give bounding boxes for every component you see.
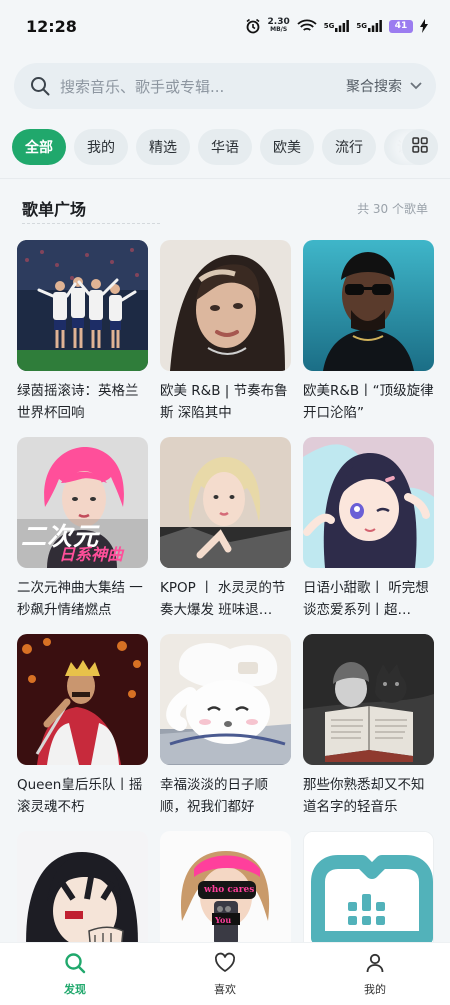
signal-label-2: 5G	[356, 22, 367, 30]
cover-text: 日系神曲	[59, 545, 124, 564]
search-icon	[64, 952, 86, 978]
playlist-title: 幸福淡淡的日子顺顺，祝我们都好	[160, 777, 268, 815]
signal-label-1: 5G	[323, 22, 335, 30]
playlist-card[interactable]: 幸福淡淡的日子顺顺，祝我们都好	[160, 634, 291, 831]
playlist-cover	[303, 240, 434, 371]
wifi-icon	[297, 19, 317, 33]
playlist-card[interactable]: 二次元 日系神曲 二次元神曲大集结 一秒飙升情绪燃点	[17, 437, 148, 634]
tab-featured[interactable]: 精选	[136, 129, 190, 165]
playlist-title: 绿茵摇滚诗：英格兰世界杯回响	[17, 383, 139, 421]
status-icons: 2.30 MB/S 5G 5G 41	[245, 18, 428, 34]
chevron-down-icon	[410, 78, 422, 94]
playlist-card[interactable]: Queen皇后乐队丨摇滚灵魂不朽	[17, 634, 148, 831]
category-grid-button[interactable]	[402, 129, 438, 165]
status-bar: 12:28 2.30 MB/S 5G 5G 41	[0, 0, 450, 52]
playlist-card[interactable]: 那些你熟悉却又不知道名字的轻音乐	[303, 634, 434, 831]
search-mode-label: 聚合搜索	[346, 79, 402, 95]
category-tabs: 全部 我的 精选 华语 欧美 流行 说唱	[12, 129, 438, 167]
network-speed-value: 2.30	[267, 17, 290, 27]
playlist-cover	[160, 437, 291, 568]
playlist-count: 共 30 个歌单	[357, 201, 428, 216]
tab-mine[interactable]: 我的	[74, 129, 128, 165]
nav-discover-label: 发现	[64, 982, 86, 996]
playlist-card[interactable]: 日语小甜歌丨 听完想谈恋爱系列丨超…	[303, 437, 434, 634]
person-icon	[364, 952, 386, 978]
playlist-cover	[160, 240, 291, 371]
playlist-title: 日语小甜歌丨 听完想谈恋爱系列丨超…	[303, 580, 429, 618]
playlist-cover	[303, 437, 434, 568]
playlist-cover	[17, 634, 148, 765]
network-speed-unit: MB/S	[270, 26, 288, 33]
playlist-cover	[17, 240, 148, 371]
signal-icon: 5G	[324, 20, 350, 32]
nav-favorites[interactable]: 喜欢	[185, 952, 265, 997]
nav-profile-label: 我的	[364, 982, 386, 996]
playlist-cover	[160, 634, 291, 765]
playlist-card[interactable]: KPOP 丨 水灵灵的节奏大爆发 班味退…	[160, 437, 291, 634]
heart-icon	[214, 952, 236, 978]
section-header: 歌单广场 共 30 个歌单	[22, 193, 428, 223]
playlist-title: 欧美R&B丨“顶级旋律 开口沦陷”	[303, 383, 434, 421]
playlist-card[interactable]: 欧美 R&B | 节奏布鲁斯 深陷其中	[160, 240, 291, 437]
playlist-cover	[303, 634, 434, 765]
search-bar[interactable]: 搜索音乐、歌手或专辑... 聚合搜索	[14, 63, 436, 109]
network-speed: 2.30 MB/S	[268, 18, 290, 34]
nav-discover[interactable]: 发现	[35, 952, 115, 997]
cover-text: You	[215, 915, 232, 925]
playlist-card[interactable]: 绿茵摇滚诗：英格兰世界杯回响	[17, 240, 148, 437]
playlist-title: 二次元神曲大集结 一秒飙升情绪燃点	[17, 580, 143, 618]
tab-chinese[interactable]: 华语	[198, 129, 252, 165]
section-underline	[22, 223, 160, 224]
playlist-title: Queen皇后乐队丨摇滚灵魂不朽	[17, 777, 143, 815]
divider	[0, 178, 450, 179]
search-mode-selector[interactable]: 聚合搜索	[346, 76, 422, 96]
grid-icon	[412, 137, 428, 157]
tab-western[interactable]: 欧美	[260, 129, 314, 165]
charging-icon	[420, 19, 428, 33]
tab-pop[interactable]: 流行	[322, 129, 376, 165]
bottom-nav: 发现 喜欢 我的	[0, 942, 450, 1005]
signal-icon: 5G	[356, 20, 382, 32]
playlist-title: 欧美 R&B | 节奏布鲁斯 深陷其中	[160, 383, 288, 421]
search-input[interactable]: 搜索音乐、歌手或专辑...	[60, 76, 346, 97]
playlist-title: 那些你熟悉却又不知道名字的轻音乐	[303, 777, 425, 815]
playlist-card[interactable]: 欧美R&B丨“顶级旋律 开口沦陷”	[303, 240, 434, 437]
playlist-title: KPOP 丨 水灵灵的节奏大爆发 班味退…	[160, 580, 286, 618]
playlist-cover: 二次元 日系神曲	[17, 437, 148, 568]
tab-all[interactable]: 全部	[12, 129, 66, 165]
nav-favorites-label: 喜欢	[214, 982, 236, 996]
nav-profile[interactable]: 我的	[335, 952, 415, 997]
section-title: 歌单广场	[22, 200, 87, 219]
status-time: 12:28	[26, 16, 77, 36]
alarm-icon	[245, 18, 261, 34]
cover-text: who cares	[204, 885, 255, 895]
playlist-grid: 绿茵摇滚诗：英格兰世界杯回响 欧美 R&B | 节奏布鲁斯 深陷其中 欧美R&B…	[17, 240, 434, 1005]
search-icon	[30, 76, 50, 96]
battery-icon: 41	[389, 19, 413, 33]
